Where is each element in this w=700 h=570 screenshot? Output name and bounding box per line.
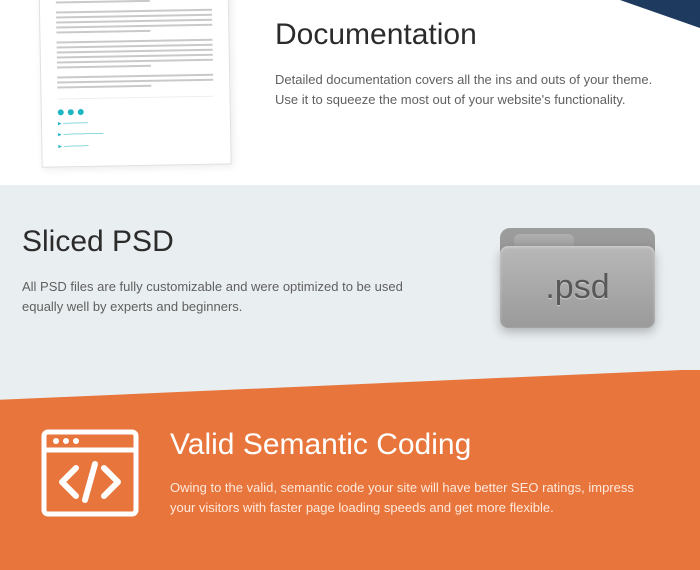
documentation-title: Documentation [275,18,675,52]
documentation-body: Detailed documentation covers all the in… [275,70,675,110]
valid-coding-section: Valid Semantic Coding Owing to the valid… [0,370,700,570]
sliced-psd-title: Sliced PSD [22,225,422,259]
sliced-psd-text: Sliced PSD All PSD files are fully custo… [22,225,422,317]
valid-coding-text: Valid Semantic Coding Owing to the valid… [170,428,650,518]
code-window-icon [40,428,140,518]
documentation-section: ▸ ───── ▸ ──────── ▸ ───── Documentation… [0,0,700,185]
psd-folder-icon: .psd [500,210,655,310]
valid-coding-title: Valid Semantic Coding [170,428,650,462]
documentation-text: Documentation Detailed documentation cov… [275,18,675,110]
valid-coding-body: Owing to the valid, semantic code your s… [170,478,650,518]
sliced-psd-section: Sliced PSD All PSD files are fully custo… [0,185,700,370]
document-paper-icon: ▸ ───── ▸ ──────── ▸ ───── [38,0,241,167]
psd-icon-label: .psd [545,268,609,307]
sliced-psd-body: All PSD files are fully customizable and… [22,277,422,317]
